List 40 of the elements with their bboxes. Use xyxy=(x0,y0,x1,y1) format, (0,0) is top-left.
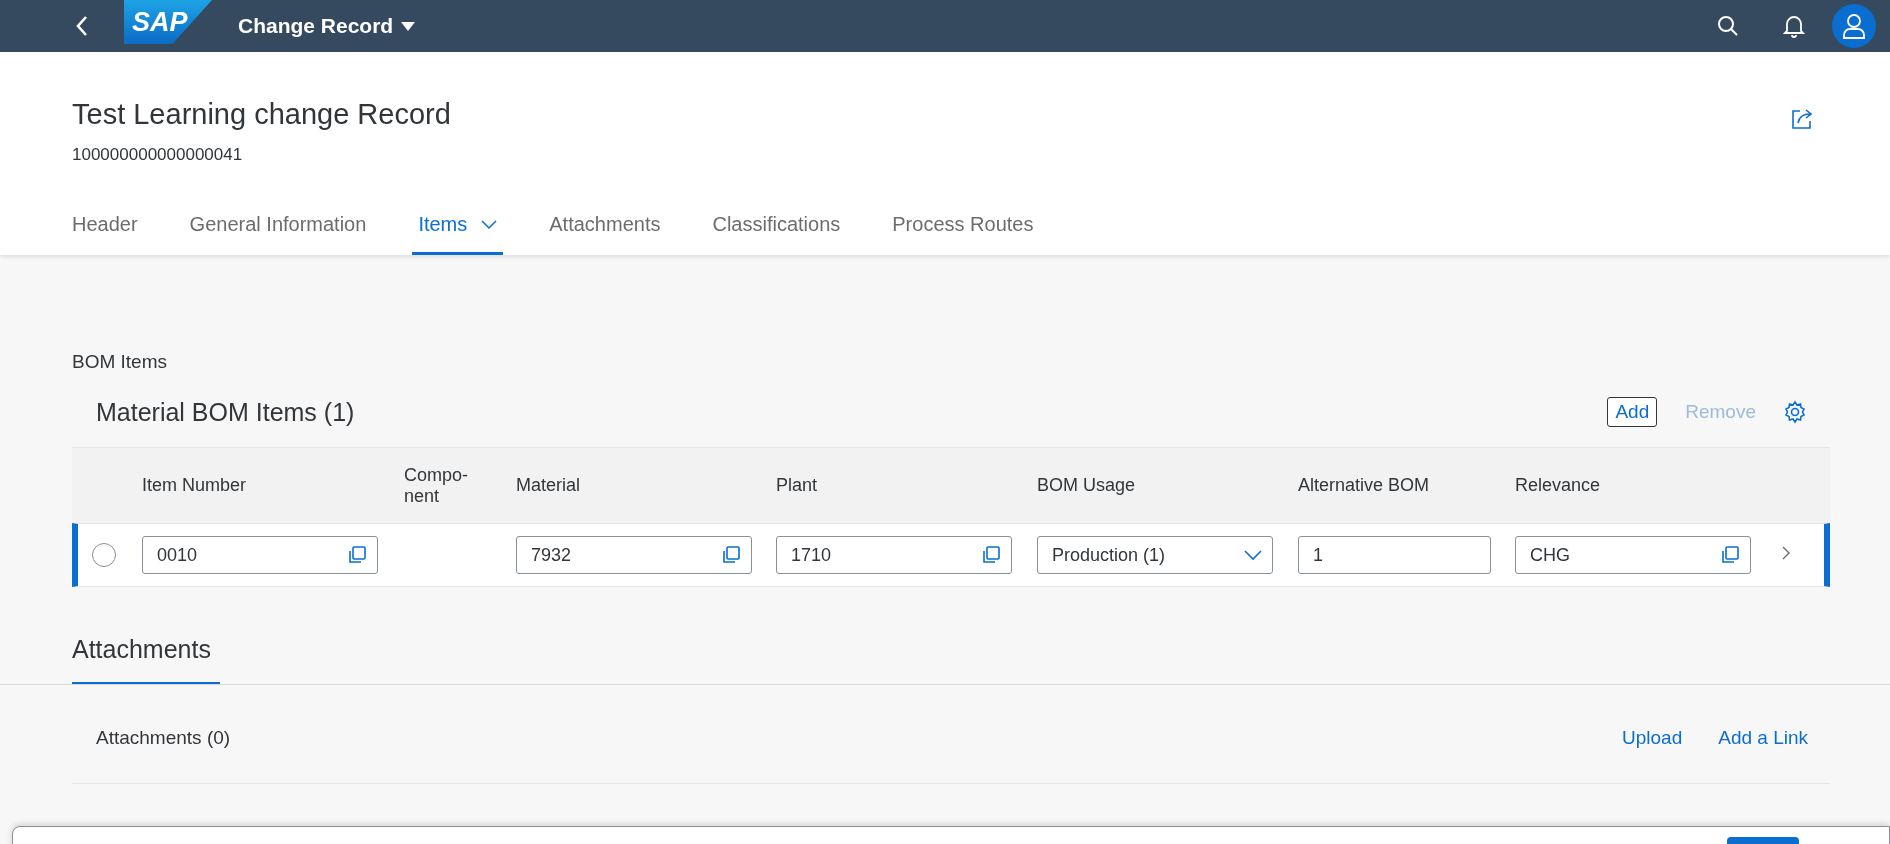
column-header: Compo- nent xyxy=(404,464,470,507)
tab[interactable]: General Information xyxy=(183,213,373,255)
list-title: Attachments (0) xyxy=(96,727,232,749)
column-header: Item Number xyxy=(142,475,248,496)
caret-down-icon xyxy=(401,21,416,31)
object-id: 100000000000000041 xyxy=(72,145,244,165)
tab[interactable]: Attachments xyxy=(543,213,667,255)
value-help-icon[interactable] xyxy=(981,545,1001,565)
section-title: Attachments xyxy=(72,613,220,684)
app-title-menu[interactable]: Change Record xyxy=(238,14,416,38)
toolbar-link[interactable]: Add a Link xyxy=(1718,727,1808,749)
section-title: BOM Items xyxy=(72,351,168,373)
select-field[interactable]: Production (1) xyxy=(1037,536,1273,574)
chevron-down-icon xyxy=(1244,549,1262,561)
value-help-icon[interactable] xyxy=(347,545,367,565)
table-title: Material BOM Items (1) xyxy=(96,397,356,427)
value-help-icon[interactable] xyxy=(1720,545,1740,565)
toolbar-button[interactable]: Add xyxy=(1607,397,1658,427)
input-field[interactable]: 1710 xyxy=(776,536,1012,574)
row-radio[interactable] xyxy=(92,543,116,567)
logo: SAP xyxy=(124,0,212,44)
table-row[interactable]: 0010 7932 1710 Production (1) 1 CHG xyxy=(72,523,1830,587)
input-field[interactable]: 0010 xyxy=(142,536,378,574)
column-header: Alternative BOM xyxy=(1298,475,1431,496)
input-field[interactable]: 1 xyxy=(1298,536,1491,574)
tab[interactable]: Classifications xyxy=(706,213,847,255)
tab[interactable]: Header xyxy=(72,213,144,255)
input-field[interactable]: CHG xyxy=(1515,536,1751,574)
user-avatar[interactable] xyxy=(1832,4,1876,48)
column-header: Material xyxy=(516,475,582,496)
column-header: Plant xyxy=(776,475,819,496)
column-header: BOM Usage xyxy=(1037,475,1137,496)
column-header: Relevance xyxy=(1515,475,1602,496)
tab[interactable]: Process Routes xyxy=(886,213,1040,255)
toolbar-link[interactable]: Upload xyxy=(1622,727,1683,749)
object-title: Test Learning change Record xyxy=(72,98,451,131)
tab[interactable]: Items xyxy=(412,213,504,255)
back-icon[interactable] xyxy=(75,15,89,37)
input-field[interactable]: 7932 xyxy=(516,536,752,574)
value-help-icon[interactable] xyxy=(721,545,741,565)
